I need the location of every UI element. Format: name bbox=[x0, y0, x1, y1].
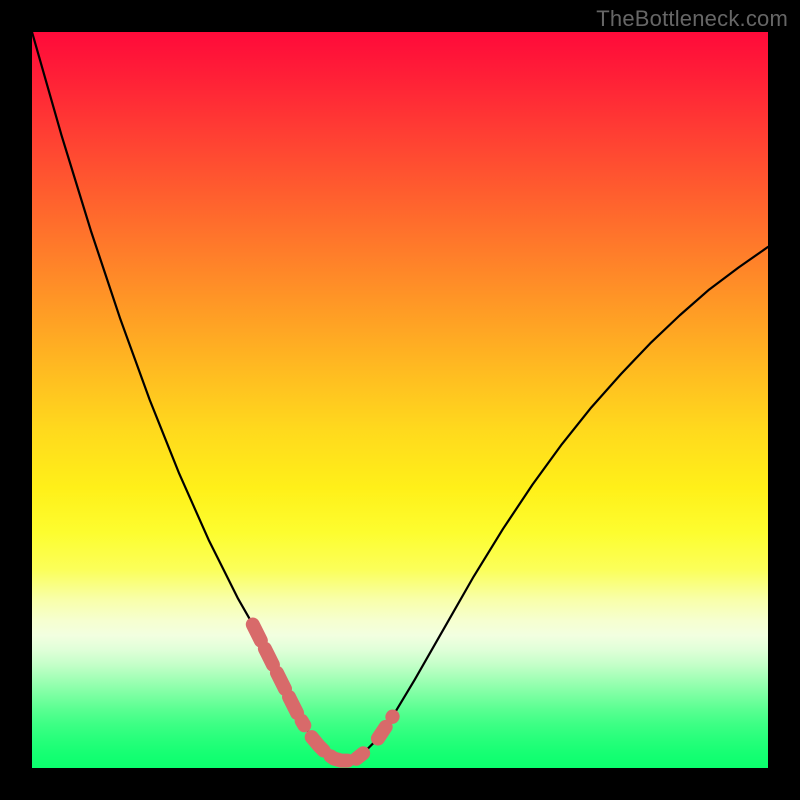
plot-area bbox=[32, 32, 768, 768]
highlight-segment-right bbox=[378, 716, 393, 738]
highlight-segment-left bbox=[253, 624, 305, 725]
watermark-text: TheBottleneck.com bbox=[596, 6, 788, 32]
figure-frame: TheBottleneck.com bbox=[0, 0, 800, 800]
curve-svg bbox=[32, 32, 768, 768]
highlight-segment-bottom bbox=[312, 737, 364, 761]
bottleneck-curve bbox=[32, 32, 768, 761]
